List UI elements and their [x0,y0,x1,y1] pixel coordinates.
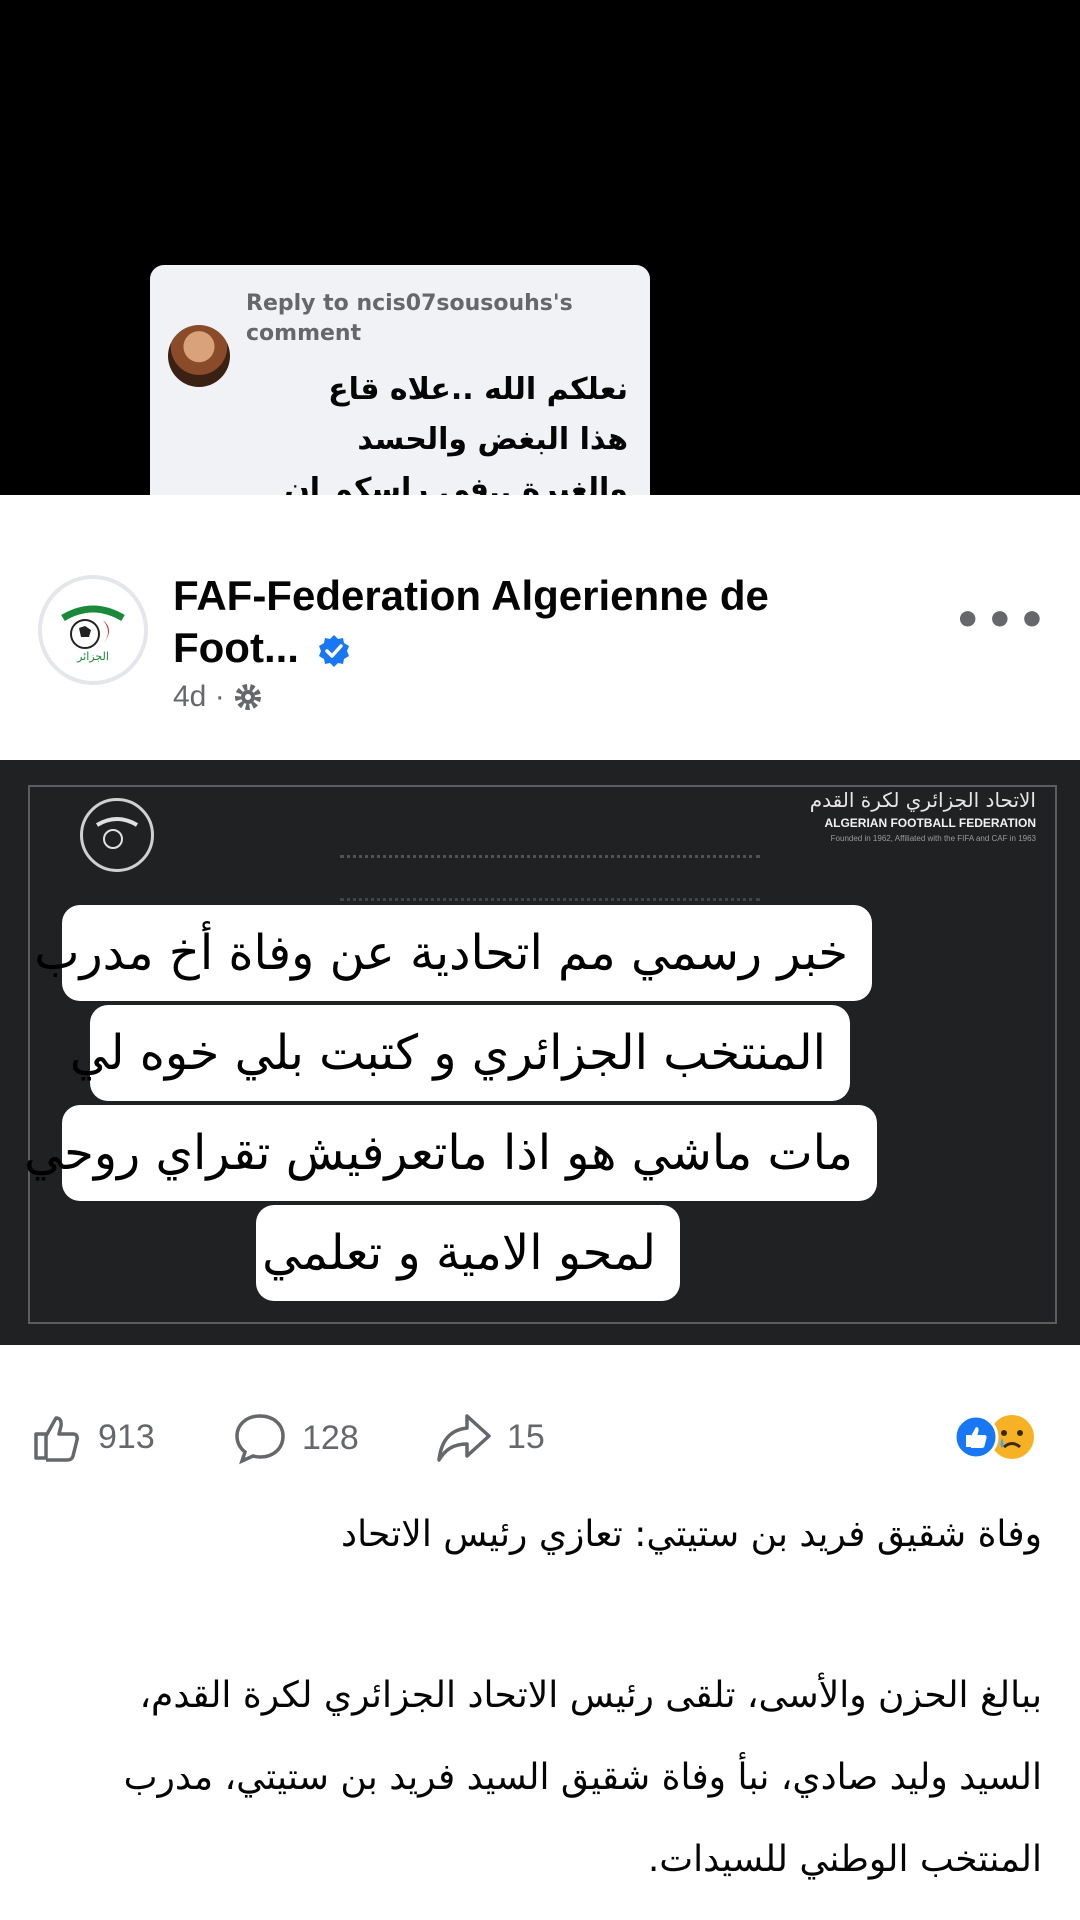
page-name[interactable]: FAF-Federation Algerienne de Foot... [173,570,813,674]
verified-icon [318,634,349,667]
caption-line: السيد وليد صادي، نبأ وفاة شقيق السيد فري… [123,1757,1042,1798]
reply-header: Reply to ncis07sousouhs's comment [246,291,573,346]
post-card: الجزائر FAF-Federation Algerienne de Foo… [0,495,1080,1920]
media-federation-english: ALGERIAN FOOTBALL FEDERATION [824,816,1036,830]
overlay-text-line: المنتخب الجزائري و كتبت بلي خوه لي [70,1005,850,1101]
reply-comment-card[interactable]: Reply to ncis07sousouhs's comment نعلكم … [150,265,650,557]
caption-body: ببالغ الحزن والأسى، تلقى رئيس الاتحاد ال… [32,1655,1042,1901]
like-reaction-icon [953,1414,999,1460]
comment-button[interactable]: 128 [232,1410,359,1466]
caption-line: المنتخب الوطني للسيدات. [647,1839,1042,1880]
like-count: 913 [98,1417,155,1456]
post-media[interactable]: الاتحاد الجزائري لكرة القدم ALGERIAN FOO… [0,760,1080,1345]
like-icon [34,1416,79,1462]
media-federation-logo [80,798,154,872]
gear-icon [234,684,261,710]
comment-count: 128 [302,1418,359,1457]
calligraphy-decoration [340,855,760,901]
like-button[interactable]: 913 [30,1410,155,1464]
caption-line: ببالغ الحزن والأسى، تلقى رئيس الاتحاد ال… [139,1675,1042,1716]
post-time: 4d · [173,680,225,713]
media-federation-subtitle: Founded in 1962, Affiliated with the FIF… [830,834,1036,843]
overlay-text-line: لمحو الامية و تعلمي [256,1205,680,1301]
more-options-icon[interactable]: ••• [954,595,1050,646]
caption-title: وفاة شقيق فريد بن ستيتي: تعازي رئيس الات… [341,1514,1042,1555]
page-name-text[interactable]: FAF-Federation Algerienne de Foot... [173,572,769,671]
media-federation-arabic: الاتحاد الجزائري لكرة القدم [809,788,1036,812]
overlay-text-line: خبر رسمي مم اتحادية عن وفاة أخ مدرب [34,905,872,1001]
comment-icon [235,1414,285,1465]
svg-text:الجزائر: الجزائر [76,650,109,663]
reactions-summary[interactable] [952,1413,1042,1461]
share-count: 15 [507,1417,545,1456]
overlay-text-line: مات ماشي هو اذا ماتعرفيش تقراي روحي [24,1105,877,1201]
share-button[interactable]: 15 [435,1410,545,1464]
share-icon [437,1414,491,1462]
post-meta: 4d · [173,680,263,714]
federation-logo[interactable]: الجزائر [38,575,148,685]
